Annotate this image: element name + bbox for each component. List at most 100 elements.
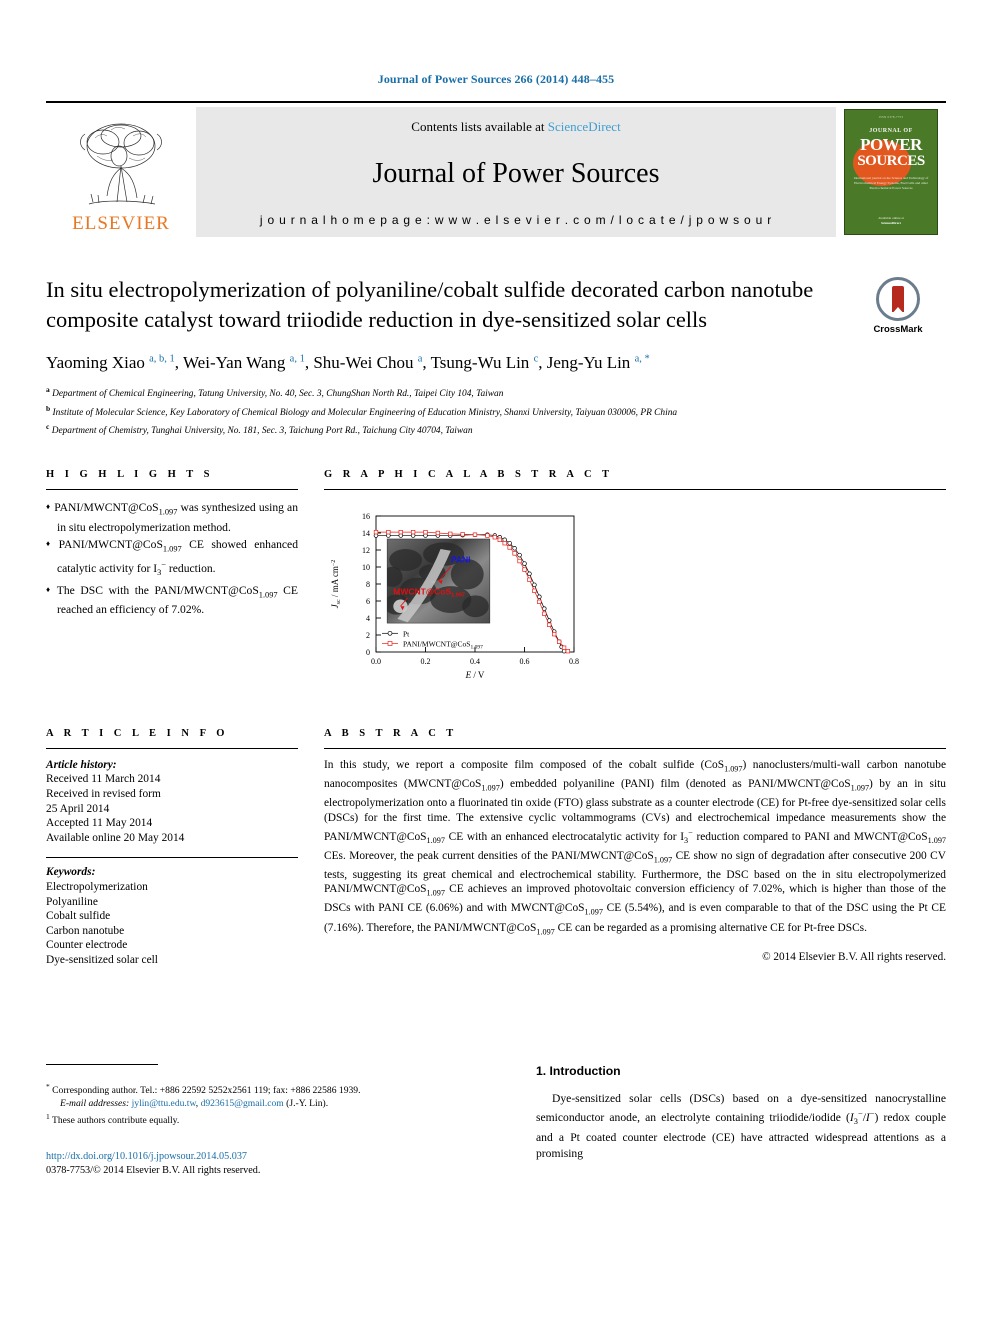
svg-text:6: 6 xyxy=(366,597,370,606)
cover-blurb: International journal on the Science and… xyxy=(853,176,929,190)
keywords-divider xyxy=(46,857,298,859)
title-block: In situ electropolymerization of polyani… xyxy=(46,275,946,335)
highlights-column: H I G H L I G H T S PANI/MWCNT@CoS1.097 … xyxy=(46,469,298,698)
svg-text:0.2: 0.2 xyxy=(421,657,431,666)
abstract-copyright: © 2014 Elsevier B.V. All rights reserved… xyxy=(762,950,946,963)
svg-text:12: 12 xyxy=(362,546,370,555)
affiliation-list: a Department of Chemical Engineering, Ta… xyxy=(46,383,946,439)
author-list: Yaoming Xiao a, b, 1, Wei-Yan Wang a, 1,… xyxy=(46,353,650,372)
elsevier-logo: ELSEVIER xyxy=(46,107,196,237)
page-title: In situ electropolymerization of polyani… xyxy=(46,277,814,332)
elsevier-tree-icon xyxy=(80,123,162,205)
sciencedirect-link[interactable]: ScienceDirect xyxy=(548,119,621,134)
highlights-graphical-band: H I G H L I G H T S PANI/MWCNT@CoS1.097 … xyxy=(46,469,946,698)
email-label: E-mail addresses: xyxy=(60,1097,130,1109)
doi-block: http://dx.doi.org/10.1016/j.jpowsour.201… xyxy=(46,1150,486,1178)
svg-text:10: 10 xyxy=(362,563,370,572)
journal-cover-image: ISSN 0378-7753 JOURNAL OF POWER SOURCES … xyxy=(844,109,938,235)
jv-curve-chart: 0 2 4 6 8 10 12 14 16 0.0 0.2 0.4 0.6 0.8 E / V Jsc / m… xyxy=(324,502,754,698)
issn-copyright: 0378-7753/© 2014 Elsevier B.V. All right… xyxy=(46,1164,261,1176)
abstract-text: In this study, we report a composite fil… xyxy=(324,758,947,936)
keywords-label: Keywords: xyxy=(46,866,96,879)
abstract-heading: A B S T R A C T xyxy=(324,727,458,739)
keyword-item: Carbon nanotube xyxy=(46,924,125,937)
introduction-heading: 1. Introduction xyxy=(536,1063,621,1078)
cover-issn: ISSN 0378-7753 xyxy=(878,115,904,119)
cover-bottom-small: Available online at xyxy=(878,216,904,220)
svg-text:0.0: 0.0 xyxy=(371,657,381,666)
affiliation-marker-c: c xyxy=(46,422,50,432)
affiliation-text-a: Department of Chemical Engineering, Tatu… xyxy=(52,389,504,400)
article-info-column: A R T I C L E I N F O Article history: R… xyxy=(46,728,298,968)
article-info-heading: A R T I C L E I N F O xyxy=(46,727,229,739)
footnote-rule xyxy=(46,1063,158,1065)
svg-text:Jsc / mA cm−2: Jsc / mA cm−2 xyxy=(330,560,342,609)
svg-text:Pt: Pt xyxy=(403,629,410,638)
list-item: The DSC with the PANI/MWCNT@CoS1.097 CE … xyxy=(57,582,298,618)
affiliation-b: b Institute of Molecular Science, Key La… xyxy=(46,402,946,421)
introduction-column: 1. Introduction Dye-sensitized solar cel… xyxy=(512,1064,946,1178)
highlights-heading: H I G H L I G H T S xyxy=(46,468,214,480)
crossmark-badge-group[interactable]: CrossMark xyxy=(850,277,946,335)
cover-bottom-brand: ScienceDirect xyxy=(881,221,901,225)
list-item: PANI/MWCNT@CoS1.097 CE showed enhanced c… xyxy=(57,536,298,580)
crossmark-icon xyxy=(876,277,920,321)
graphical-abstract-column: G R A P H I C A L A B S T R A C T 0 2 4 6 8 1… xyxy=(324,469,946,698)
svg-text:PANI: PANI xyxy=(451,554,471,564)
abstract-column: A B S T R A C T In this study, we report… xyxy=(324,728,946,968)
abstract-divider xyxy=(324,747,946,749)
journal-homepage[interactable]: j o u r n a l h o m e p a g e : w w w . … xyxy=(260,213,772,227)
elsevier-wordmark: ELSEVIER xyxy=(72,213,170,234)
history-item: Accepted 11 May 2014 xyxy=(46,817,153,830)
highlights-list: PANI/MWCNT@CoS1.097 was synthesized usin… xyxy=(46,499,298,618)
keyword-item: Dye-sensitized solar cell xyxy=(46,954,158,966)
svg-text:8: 8 xyxy=(366,580,370,589)
svg-text:16: 16 xyxy=(362,512,370,521)
history-item: 25 April 2014 xyxy=(46,802,110,815)
chart-svg: 0 2 4 6 8 10 12 14 16 0.0 0.2 0.4 0.6 0.8 E / V Jsc / m… xyxy=(330,512,579,680)
affiliation-marker-a: a xyxy=(46,385,50,394)
email-link-1[interactable]: jylin@ttu.edu.tw xyxy=(132,1098,196,1109)
svg-text:2: 2 xyxy=(366,631,370,640)
introduction-paragraph: Dye-sensitized solar cells (DSCs) based … xyxy=(536,1091,946,1160)
equal-contribution-note: 1 These authors contribute equally. xyxy=(46,1112,180,1127)
graphical-abstract-figure: 0 2 4 6 8 10 12 14 16 0.0 0.2 0.4 0.6 0.8 E / V Jsc / m… xyxy=(324,502,946,698)
cover-sources: SOURCES xyxy=(857,153,925,169)
cover-journal-of: JOURNAL OF xyxy=(869,128,913,134)
history-item: Available online 20 May 2014 xyxy=(46,831,185,844)
email-link-2[interactable]: d923615@gmail.com xyxy=(201,1098,284,1109)
graphical-abstract-heading: G R A P H I C A L A B S T R A C T xyxy=(324,468,613,480)
svg-text:14: 14 xyxy=(362,529,370,538)
svg-text:PANI/MWCNT@CoS1.097: PANI/MWCNT@CoS1.097 xyxy=(403,639,483,650)
highlights-body: PANI/MWCNT@CoS1.097 was synthesized usin… xyxy=(46,499,298,618)
masthead-center: Contents lists available at ScienceDirec… xyxy=(196,107,836,237)
svg-text:0.4: 0.4 xyxy=(470,657,480,666)
svg-text:0.8: 0.8 xyxy=(569,657,579,666)
article-info-divider xyxy=(46,747,298,749)
list-item: PANI/MWCNT@CoS1.097 was synthesized usin… xyxy=(54,499,298,535)
info-abstract-band: A R T I C L E I N F O Article history: R… xyxy=(46,728,946,968)
graphical-abstract-divider xyxy=(324,488,946,490)
affiliation-text-c: Department of Chemistry, Tunghai Univers… xyxy=(51,426,473,437)
doi-link[interactable]: http://dx.doi.org/10.1016/j.jpowsour.201… xyxy=(46,1150,486,1164)
journal-title: Journal of Power Sources xyxy=(372,158,660,189)
affiliation-a: a Department of Chemical Engineering, Ta… xyxy=(46,383,946,402)
journal-masthead: ELSEVIER Contents lists available at Sci… xyxy=(46,101,946,237)
crossmark-label: CrossMark xyxy=(873,324,923,335)
paper-page: Journal of Power Sources 266 (2014) 448–… xyxy=(0,0,992,1323)
email-suffix: (J.-Y. Lin). xyxy=(286,1097,329,1109)
svg-text:0.6: 0.6 xyxy=(520,657,530,666)
contents-prefix: Contents lists available at xyxy=(411,119,548,134)
article-history: Article history: Received 11 March 2014 … xyxy=(46,758,298,846)
journal-cover-block: ISSN 0378-7753 JOURNAL OF POWER SOURCES … xyxy=(836,107,946,237)
keyword-item: Counter electrode xyxy=(46,939,128,952)
journal-reference: Journal of Power Sources 266 (2014) 448–… xyxy=(377,72,615,86)
article-history-label: Article history: xyxy=(46,758,117,771)
contents-line: Contents lists available at ScienceDirec… xyxy=(411,119,620,135)
affiliation-text-b: Institute of Molecular Science, Key Labo… xyxy=(52,407,678,418)
keyword-item: Electropolymerization xyxy=(46,881,148,894)
corresponding-author-note: * Corresponding author. Tel.: +886 22592… xyxy=(46,1081,361,1096)
footnote-column: * Corresponding author. Tel.: +886 22592… xyxy=(46,1063,486,1178)
affiliation-c: c Department of Chemistry, Tunghai Unive… xyxy=(46,420,946,439)
cover-bottom: Available online at ScienceDirect xyxy=(845,216,937,226)
